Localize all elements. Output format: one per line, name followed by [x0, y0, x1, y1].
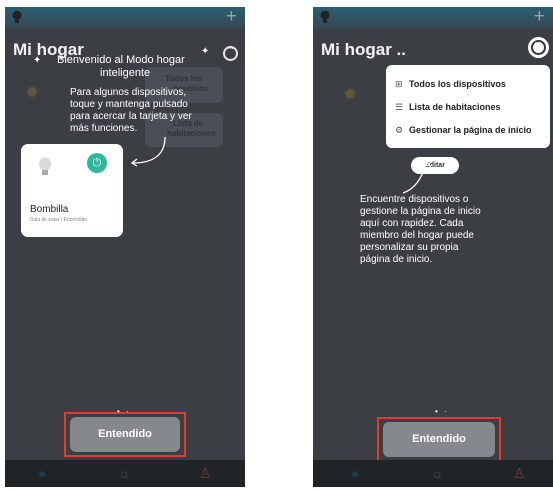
device-card[interactable]: ⏻ Bombilla Sala de estar | Encendido: [21, 144, 123, 237]
gear-icon: ⚙: [395, 125, 404, 135]
home-nav-icon[interactable]: ●: [38, 465, 46, 481]
home-nav-icon[interactable]: ●: [351, 465, 359, 481]
tip-body-line: página de inicio.: [360, 254, 433, 265]
tip-body-line: miembro del hogar puede: [360, 230, 474, 241]
more-options-icon[interactable]: [531, 37, 546, 55]
list-icon: ☰: [395, 102, 404, 112]
menu-item-all-devices[interactable]: ⊞ Todos los dispositivos: [395, 79, 506, 90]
sun-icon: ✹: [25, 83, 40, 102]
bulb-icon: [12, 10, 22, 23]
got-it-button[interactable]: Entendido: [70, 417, 180, 452]
bottom-nav: ● ☼ ♙: [5, 460, 245, 487]
more-options-icon[interactable]: [223, 43, 238, 61]
app-top-bar: [5, 7, 245, 29]
app-top-bar: [313, 7, 553, 29]
tip-body-line: personalizar su propia: [360, 242, 459, 253]
phone-screen-left: + Mi hogar ✹ Todos los positivos Lista d…: [5, 7, 245, 487]
tip-body-line: Para algunos dispositivos,: [70, 87, 187, 98]
sparkle-icon: ✦: [33, 55, 42, 66]
options-menu: ⊞ Todos los dispositivos ☰ Lista de habita…: [386, 65, 550, 148]
tip-body-line: aquí con rapidez. Cada: [360, 218, 464, 229]
smart-nav-icon[interactable]: ☼: [431, 465, 444, 481]
tip-body-line: Encuentre dispositivos o: [360, 194, 469, 205]
tip-title: Bienvenido al Modo hogar: [57, 54, 185, 66]
tip-body-line: para acercar la tarjeta y ver: [70, 111, 192, 122]
grid-icon: ⊞: [395, 79, 403, 89]
power-button[interactable]: ⏻: [87, 153, 107, 173]
tip-body-line: toque y mantenga pulsado: [70, 99, 188, 110]
bulb-icon: [320, 10, 330, 23]
tip-body-line: gestione la página de inicio: [360, 206, 481, 217]
faded-link-devices: Todos los: [165, 74, 203, 83]
more-options-button[interactable]: [528, 37, 549, 58]
add-icon[interactable]: +: [534, 7, 545, 28]
add-icon[interactable]: +: [226, 7, 237, 28]
home-title: Mi hogar ..: [321, 40, 406, 59]
device-name: Bombilla: [30, 204, 69, 215]
curved-arrow-icon: [402, 161, 432, 194]
profile-nav-icon[interactable]: ♙: [199, 465, 212, 482]
device-status: Sala de estar | Encendido: [30, 217, 88, 223]
sparkle-icon: ✦: [201, 46, 210, 57]
bottom-nav: ● ☼ ♙: [313, 460, 553, 487]
faded-link-rooms-2: habitaciones: [167, 129, 216, 138]
tip-title-2: inteligente: [100, 67, 151, 79]
sun-icon: ✹: [343, 85, 358, 104]
menu-item-room-list[interactable]: ☰ Lista de habitaciones: [395, 102, 501, 113]
got-it-button[interactable]: Entendido: [383, 422, 495, 457]
smart-nav-icon[interactable]: ☼: [118, 465, 131, 481]
curved-arrow-icon: [130, 136, 166, 167]
phone-screen-right: + Mi hogar .. ✹ ⊞Todos los dispositivos …: [313, 7, 553, 487]
lightbulb-icon: [39, 157, 51, 175]
menu-item-manage-home[interactable]: ⚙ Gestionar la página de inicio: [395, 125, 532, 136]
page-indicator: • ·: [435, 407, 449, 416]
tip-body-line: más funciones.: [70, 123, 138, 134]
got-it-highlight: Entendido: [377, 417, 501, 462]
profile-nav-icon[interactable]: ♙: [513, 465, 526, 482]
got-it-highlight: Entendido: [64, 412, 186, 457]
